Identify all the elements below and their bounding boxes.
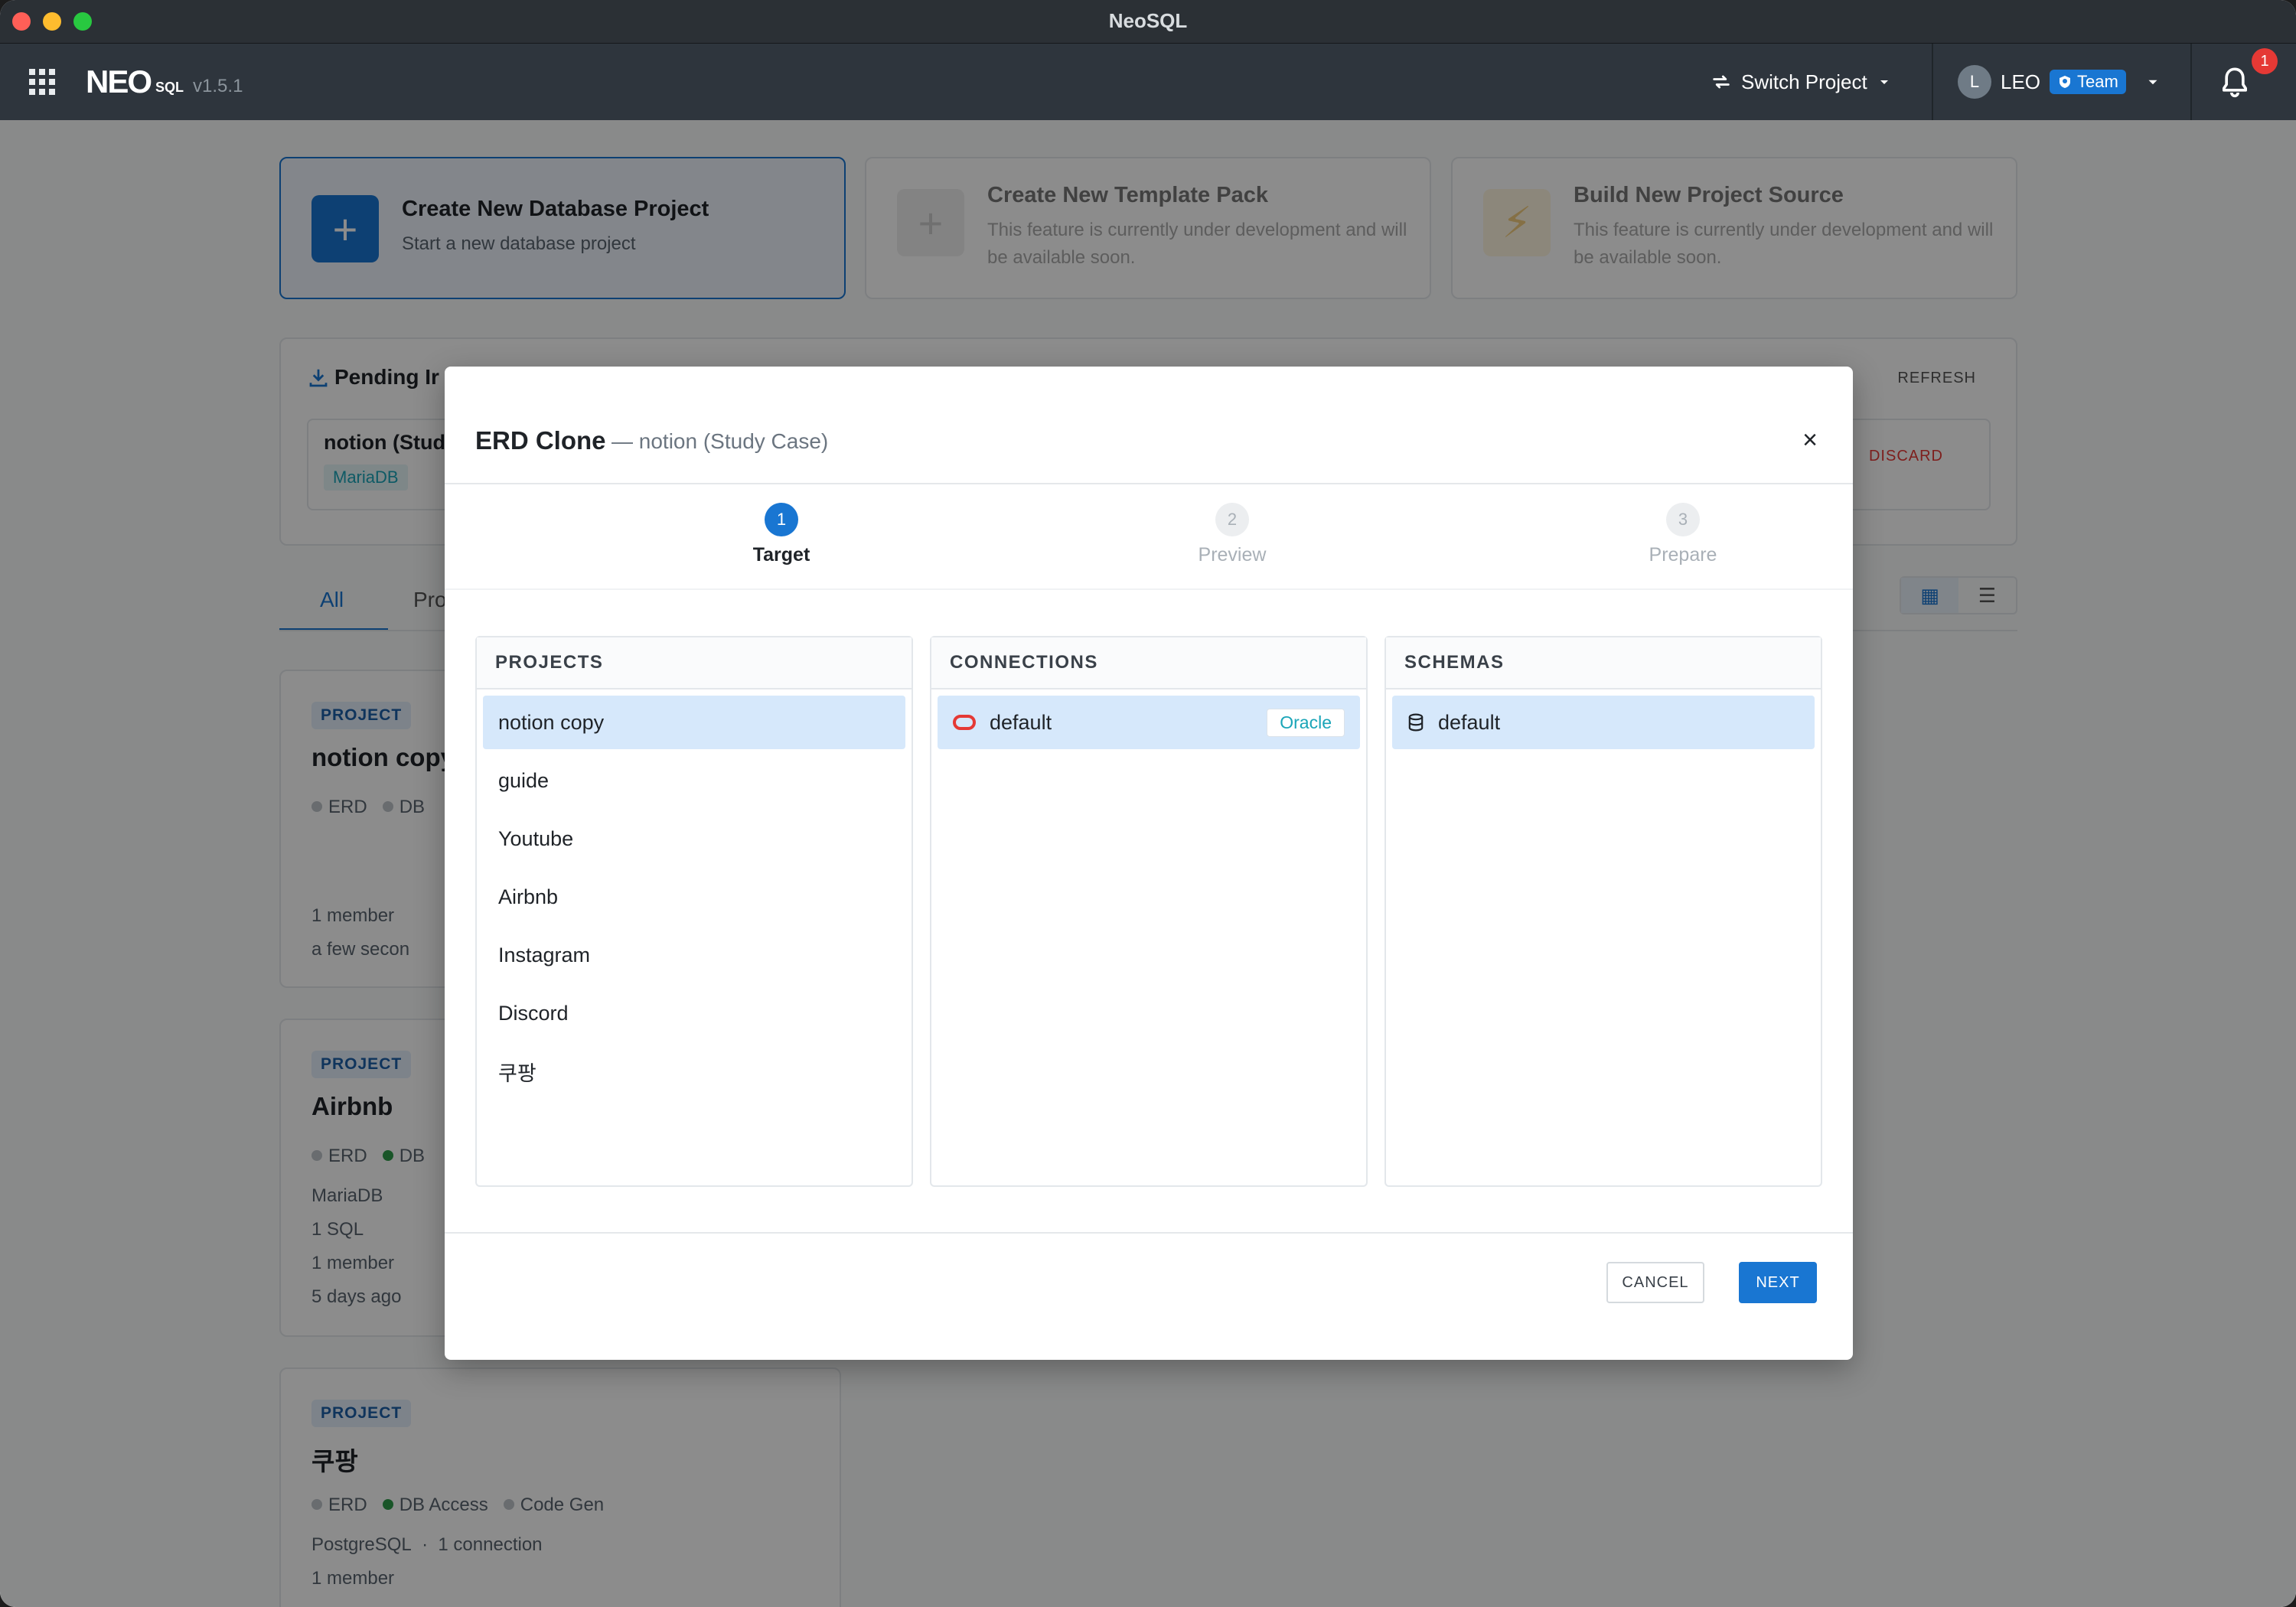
- logo[interactable]: NEO SQL v1.5.1: [86, 65, 243, 99]
- cancel-button[interactable]: CANCEL: [1606, 1262, 1704, 1303]
- step-label: Prepare: [1649, 544, 1717, 566]
- title-bar: NeoSQL: [0, 0, 2296, 44]
- divider: [445, 483, 1853, 484]
- panel-header: CONNECTIONS: [931, 637, 1366, 689]
- logo-suffix: SQL: [155, 80, 184, 95]
- window-title: NeoSQL: [1108, 9, 1188, 32]
- dialog-title: ERD Clone: [475, 426, 606, 455]
- divider: [2190, 44, 2192, 120]
- swap-icon: [1713, 75, 1730, 89]
- close-icon[interactable]: ×: [1798, 425, 1822, 455]
- schema-item[interactable]: default: [1392, 696, 1815, 749]
- project-item[interactable]: Discord: [483, 986, 905, 1040]
- step-label: Target: [752, 544, 810, 566]
- step-label: Preview: [1198, 544, 1267, 566]
- user-name: LEO: [2001, 70, 2041, 93]
- app-header: NEO SQL v1.5.1 Switch Project L LEO Team…: [0, 44, 2296, 120]
- schema-name: default: [1438, 710, 1501, 734]
- user-menu[interactable]: L LEO Team: [1958, 65, 2161, 99]
- step-number: 2: [1215, 503, 1249, 536]
- avatar: L: [1958, 65, 1991, 99]
- app-window: NeoSQL NEO SQL v1.5.1 Switch Project L L…: [0, 0, 2296, 1607]
- oracle-icon: [953, 715, 976, 730]
- chevron-down-icon: [1880, 80, 1888, 84]
- project-item[interactable]: 쿠팡: [483, 1045, 905, 1098]
- shield-icon: [2060, 76, 2071, 88]
- schemas-panel: SCHEMAS default: [1384, 636, 1822, 1187]
- bell-icon[interactable]: [2219, 65, 2256, 100]
- projects-panel: PROJECTS notion copy guide Youtube Airbn…: [475, 636, 913, 1187]
- team-label: Team: [2077, 72, 2118, 91]
- project-item[interactable]: guide: [483, 754, 905, 807]
- divider: [445, 1232, 1853, 1234]
- chevron-down-icon: [2148, 80, 2157, 85]
- logo-mark: NEO: [86, 64, 152, 99]
- project-item[interactable]: notion copy: [483, 696, 905, 749]
- notification-count-badge: 1: [2252, 48, 2278, 74]
- version-label: v1.5.1: [193, 76, 243, 96]
- step-number: 3: [1666, 503, 1700, 536]
- project-item[interactable]: Youtube: [483, 812, 905, 865]
- connections-panel: CONNECTIONS default Oracle: [930, 636, 1368, 1187]
- divider: [445, 588, 1853, 590]
- erd-clone-dialog: ERD Clone — notion (Study Case) × 1 Targ…: [445, 367, 1853, 1360]
- dialog-subtitle: — notion (Study Case): [612, 429, 829, 453]
- project-item[interactable]: Airbnb: [483, 870, 905, 924]
- next-button[interactable]: NEXT: [1739, 1262, 1817, 1303]
- step-preview: 2 Preview: [1148, 503, 1316, 566]
- db-type-badge: Oracle: [1267, 708, 1345, 737]
- connection-name: default: [990, 710, 1052, 734]
- step-target: 1 Target: [697, 503, 866, 566]
- connection-item[interactable]: default Oracle: [938, 696, 1360, 749]
- database-icon: [1408, 713, 1424, 732]
- panel-header: PROJECTS: [477, 637, 912, 689]
- step-prepare: 3 Prepare: [1599, 503, 1767, 566]
- divider: [1932, 44, 1933, 120]
- switch-project-label: Switch Project: [1741, 70, 1867, 93]
- project-item[interactable]: Instagram: [483, 928, 905, 982]
- team-badge: Team: [2050, 70, 2126, 94]
- apps-grid-icon[interactable]: [29, 69, 55, 95]
- switch-project-button[interactable]: Switch Project: [1711, 68, 1892, 96]
- step-number: 1: [765, 503, 798, 536]
- panel-header: SCHEMAS: [1386, 637, 1821, 689]
